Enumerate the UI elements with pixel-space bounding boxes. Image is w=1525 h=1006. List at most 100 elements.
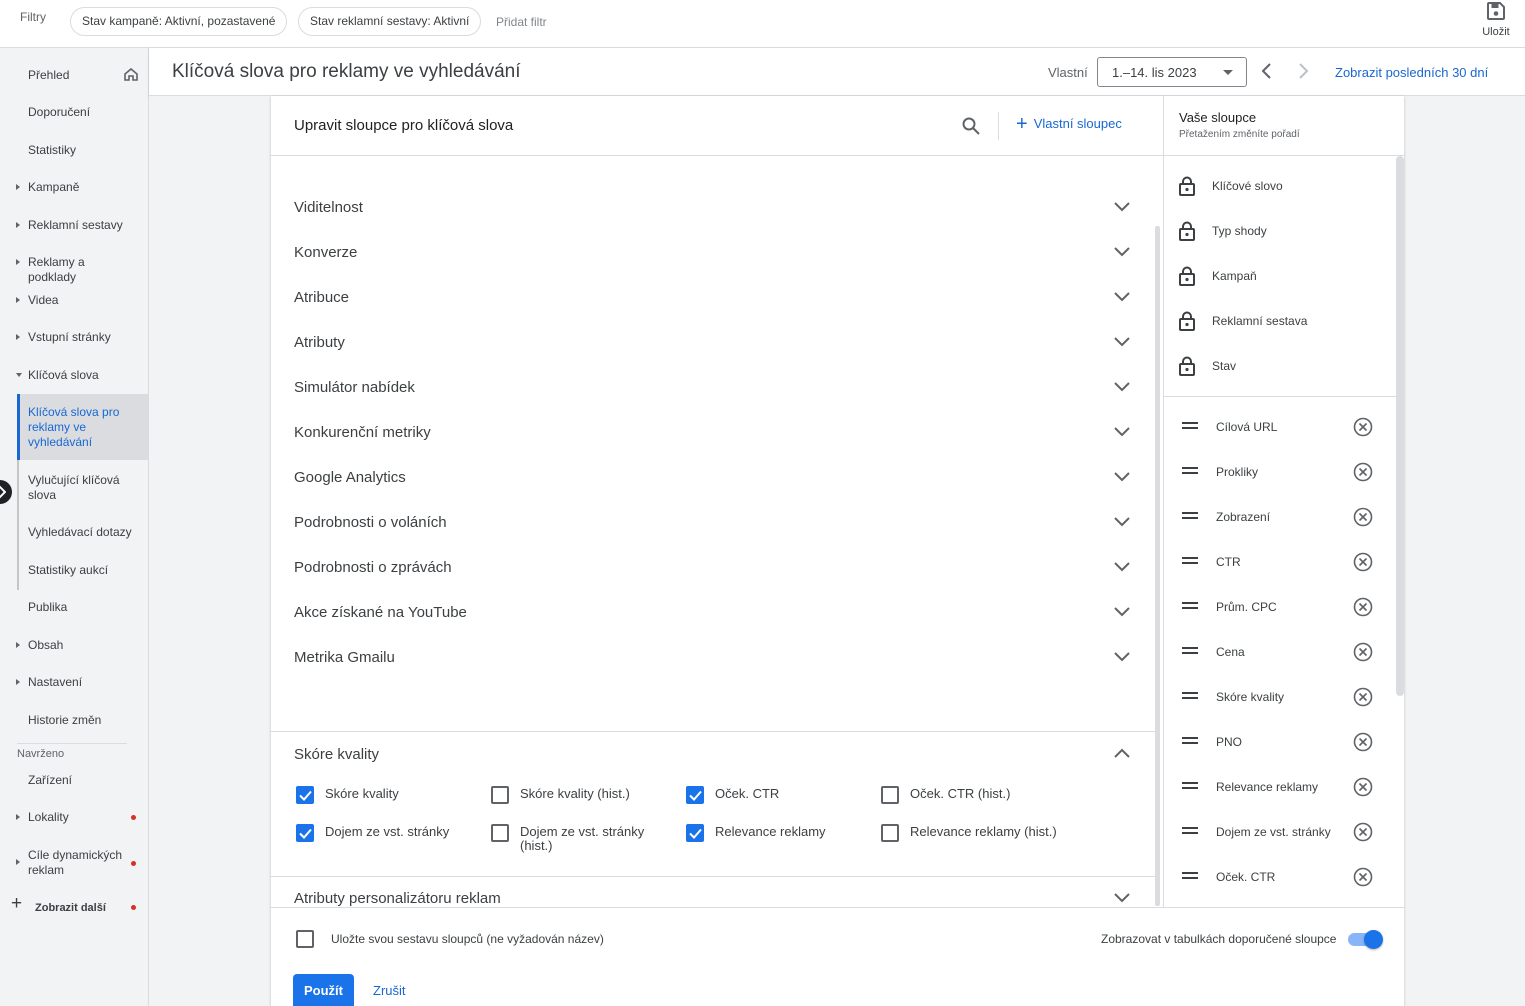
your-columns-title: Vaše sloupce bbox=[1179, 110, 1257, 125]
sidebar-item-zarizeni[interactable]: Zařízení bbox=[0, 773, 148, 792]
remove-circle-icon[interactable] bbox=[1353, 777, 1373, 797]
category-item[interactable]: Google Analytics bbox=[271, 456, 1156, 501]
sidebar-item-reklamni-sestavy[interactable]: Reklamní sestavy bbox=[0, 218, 148, 237]
drag-handle-icon[interactable] bbox=[1182, 692, 1198, 702]
next-period-icon[interactable] bbox=[1298, 62, 1310, 80]
show-more-button[interactable]: + Zobrazit další bbox=[0, 893, 148, 918]
selected-column-item[interactable]: Cena bbox=[1164, 630, 1397, 675]
quality-score-category-name[interactable]: Skóre kvality bbox=[294, 746, 379, 763]
date-range-select[interactable]: 1.–14. lis 2023 bbox=[1097, 57, 1247, 87]
previous-period-icon[interactable] bbox=[1260, 62, 1272, 80]
drag-handle-icon[interactable] bbox=[1182, 557, 1198, 567]
save-button[interactable]: Uložit bbox=[1476, 2, 1516, 38]
checked-checkbox-icon bbox=[686, 786, 704, 804]
category-item[interactable]: Viditelnost bbox=[271, 186, 1156, 231]
sidebar-item-vstupni-stranky[interactable]: Vstupní stránky bbox=[0, 330, 148, 349]
remove-circle-icon[interactable] bbox=[1353, 822, 1373, 842]
category-list-scrollbar[interactable] bbox=[1155, 226, 1160, 906]
remove-circle-icon[interactable] bbox=[1353, 597, 1373, 617]
toggle-knob bbox=[1364, 930, 1383, 949]
remove-circle-icon[interactable] bbox=[1353, 867, 1373, 887]
cancel-button[interactable]: Zrušit bbox=[373, 983, 406, 998]
chevron-down-icon bbox=[1114, 517, 1130, 527]
selected-column-item[interactable]: Relevance reklamy bbox=[1164, 765, 1397, 810]
sidebar-item-doporuceni[interactable]: Doporučení bbox=[0, 105, 148, 124]
remove-circle-icon[interactable] bbox=[1353, 417, 1373, 437]
sidebar-item-videa[interactable]: Videa bbox=[0, 293, 148, 312]
drag-handle-icon[interactable] bbox=[1182, 737, 1198, 747]
sidebar-item-kampane[interactable]: Kampaně bbox=[0, 180, 148, 199]
remove-circle-icon[interactable] bbox=[1353, 687, 1373, 707]
remove-circle-icon[interactable] bbox=[1353, 552, 1373, 572]
drag-handle-icon[interactable] bbox=[1182, 782, 1198, 792]
show-last-30-days-link[interactable]: Zobrazit posledních 30 dní bbox=[1335, 65, 1488, 80]
category-item[interactable]: Atributy bbox=[271, 321, 1156, 366]
selected-column-item[interactable]: Prokliky bbox=[1164, 450, 1397, 495]
selected-column-item[interactable]: Dojem ze vst. stránky bbox=[1164, 810, 1397, 855]
sidebar-item-klicova-slova-pro-reklamy-ve-vyhledavani[interactable]: Klíčová slova pro reklamy ve vyhledávání bbox=[0, 405, 148, 454]
selected-column-item[interactable]: Prům. CPC bbox=[1164, 585, 1397, 630]
category-item[interactable]: Atribuce bbox=[271, 276, 1156, 321]
category-name: Konkurenční metriky bbox=[294, 424, 431, 441]
quality-option-checkbox[interactable]: Oček. CTR (hist.) bbox=[881, 786, 1156, 816]
category-item[interactable]: Konkurenční metriky bbox=[271, 411, 1156, 456]
locked-column-label: Typ shody bbox=[1212, 224, 1267, 238]
sidebar-item-prehled[interactable]: Přehled bbox=[0, 68, 148, 87]
drag-handle-icon[interactable] bbox=[1182, 512, 1198, 522]
remove-circle-icon[interactable] bbox=[1353, 507, 1373, 527]
filter-chip-campaign-status[interactable]: Stav kampaně: Aktivní, pozastavené bbox=[70, 7, 288, 36]
category-item[interactable]: Podrobnosti o zprávách bbox=[271, 546, 1156, 591]
quality-score-category: Skóre kvality Skóre kvality Skóre kvality… bbox=[271, 731, 1156, 877]
drag-handle-icon[interactable] bbox=[1182, 827, 1198, 837]
selected-column-item[interactable]: Cílová URL bbox=[1164, 405, 1397, 450]
page-header: Klíčová slova pro reklamy ve vyhledávání… bbox=[149, 48, 1525, 96]
recommended-columns-toggle[interactable] bbox=[1348, 930, 1383, 949]
selected-column-item[interactable]: PNO bbox=[1164, 720, 1397, 765]
dialog-title: Upravit sloupce pro klíčová slova bbox=[294, 117, 514, 134]
chevron-up-icon[interactable] bbox=[1114, 748, 1130, 758]
sidebar-item-vyhledavaci-dotazy[interactable]: Vyhledávací dotazy bbox=[0, 525, 148, 544]
drag-handle-icon[interactable] bbox=[1182, 602, 1198, 612]
drag-handle-icon[interactable] bbox=[1182, 647, 1198, 657]
drag-handle-icon[interactable] bbox=[1182, 467, 1198, 477]
lock-icon bbox=[1179, 311, 1195, 331]
category-item[interactable]: Podrobnosti o voláních bbox=[271, 501, 1156, 546]
category-item[interactable]: Simulátor nabídek bbox=[271, 366, 1156, 411]
unchecked-checkbox-icon bbox=[491, 824, 509, 842]
filter-chip-adgroup-status[interactable]: Stav reklamní sestavy: Aktivní bbox=[298, 7, 482, 36]
remove-circle-icon[interactable] bbox=[1353, 732, 1373, 752]
lock-icon bbox=[1179, 221, 1195, 241]
selected-column-item[interactable]: Zobrazení bbox=[1164, 495, 1397, 540]
remove-circle-icon[interactable] bbox=[1353, 462, 1373, 482]
sidebar-item-statistiky-aukci[interactable]: Statistiky aukcí bbox=[0, 563, 148, 582]
apply-button[interactable]: Použít bbox=[293, 974, 354, 1006]
sidebar-item-vylucujici-klicova-slova[interactable]: Vylučující klíčová slova bbox=[0, 473, 148, 507]
selected-column-item[interactable]: Skóre kvality bbox=[1164, 675, 1397, 720]
sidebar-item-nastaveni[interactable]: Nastavení bbox=[0, 675, 148, 694]
custom-column-button[interactable]: + Vlastní sloupec bbox=[1016, 114, 1122, 134]
remove-circle-icon[interactable] bbox=[1353, 642, 1373, 662]
quality-option-checkbox[interactable]: Relevance reklamy (hist.) bbox=[881, 824, 1156, 854]
your-columns-scrollbar[interactable] bbox=[1396, 156, 1404, 696]
category-item[interactable]: Akce získané na YouTube bbox=[271, 591, 1156, 636]
drag-handle-icon[interactable] bbox=[1182, 422, 1198, 432]
sidebar-item-historie-zmen[interactable]: Historie změn bbox=[0, 713, 148, 732]
add-filter-button[interactable]: Přidat filtr bbox=[496, 15, 547, 29]
sidebar-item-publika[interactable]: Publika bbox=[0, 600, 148, 619]
sidebar-item-lokality[interactable]: Lokality bbox=[0, 810, 148, 829]
selected-column-item[interactable]: CTR bbox=[1164, 540, 1397, 585]
category-item[interactable]: Metrika Gmailu bbox=[271, 636, 1156, 681]
save-column-set-checkbox[interactable] bbox=[296, 930, 314, 948]
category-item-extra[interactable]: Atributy personalizátoru reklam bbox=[271, 877, 1156, 907]
sidebar-item-cile-dynamickych-reklam[interactable]: Cíle dynamických reklam bbox=[0, 848, 148, 882]
sidebar-item-klicova-slova[interactable]: Klíčová slova bbox=[0, 368, 148, 387]
sidebar-item-statistiky[interactable]: Statistiky bbox=[0, 143, 148, 162]
drag-handle-icon[interactable] bbox=[1182, 872, 1198, 882]
sidebar-item-reklamy-a-podklady[interactable]: Reklamy a podklady bbox=[0, 255, 148, 284]
category-performance[interactable]: Výkon bbox=[271, 156, 1156, 166]
quality-option-label: Dojem ze vst. stránky (hist.) bbox=[520, 824, 645, 853]
sidebar-item-obsah[interactable]: Obsah bbox=[0, 638, 148, 657]
category-item[interactable]: Konverze bbox=[271, 231, 1156, 276]
selected-column-item[interactable]: Oček. CTR bbox=[1164, 855, 1397, 900]
search-icon[interactable] bbox=[962, 117, 980, 135]
